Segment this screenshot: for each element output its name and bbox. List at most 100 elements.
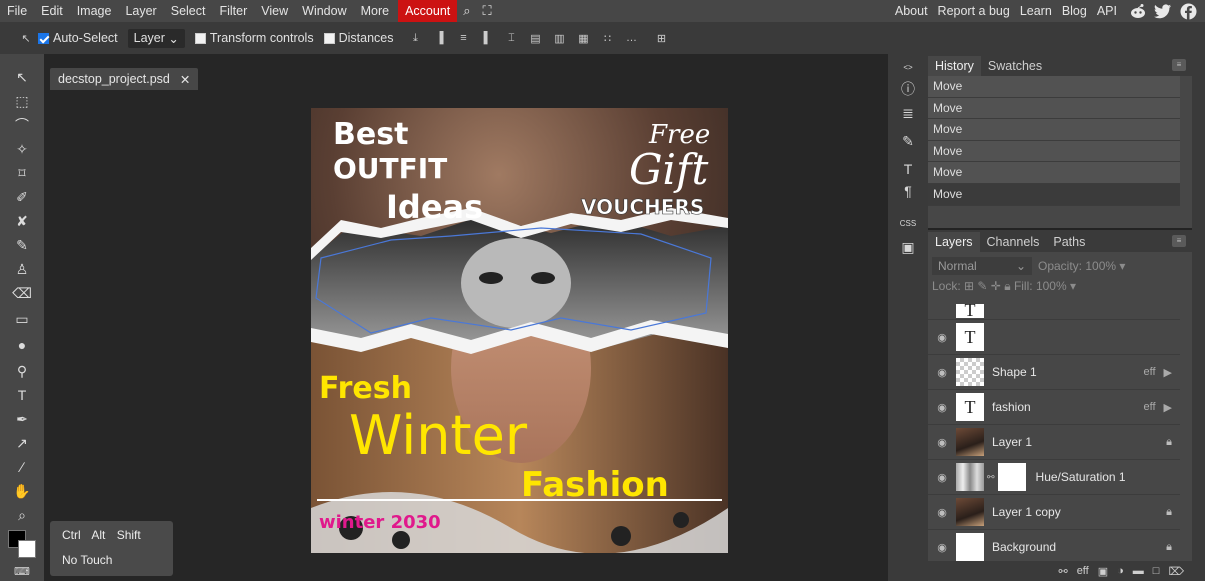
fill-value[interactable]: 100% (1036, 276, 1067, 296)
adjustment-layer-icon[interactable]: ◑ (1117, 565, 1124, 577)
lasso-tool-icon[interactable]: ⌒ (7, 114, 37, 136)
menu-filter[interactable]: Filter (212, 0, 254, 22)
panel-menu-icon[interactable]: ≡ (1172, 235, 1186, 247)
path-select-tool-icon[interactable]: ↗ (7, 432, 37, 454)
document-tab[interactable]: decstop_project.psd ✕ (50, 68, 199, 90)
tab-history[interactable]: History (928, 56, 981, 76)
lock-icons[interactable]: ⊞ ✎ ✛ 🔒︎ (964, 276, 1011, 296)
layer-row[interactable]: ◉ ⚯ Hue/Saturation 1 (928, 459, 1180, 494)
eyedropper-tool-icon[interactable]: ✐ (7, 186, 37, 208)
effects-icon[interactable]: eff (1077, 565, 1089, 577)
menu-more[interactable]: More (354, 0, 396, 22)
expand-arrow-icon[interactable]: ▶ (1164, 366, 1172, 379)
new-layer-icon[interactable]: □ (1153, 565, 1160, 577)
panel-scrollbar[interactable] (1192, 54, 1205, 581)
history-item[interactable]: Move (928, 97, 1180, 120)
stamp-tool-icon[interactable]: ♙ (7, 258, 37, 280)
collapse-icon[interactable]: <> (896, 56, 920, 78)
facebook-icon[interactable] (1179, 2, 1197, 20)
download-icon[interactable]: ⤓ (407, 31, 423, 45)
account-button[interactable]: Account (398, 0, 458, 22)
blur-tool-icon[interactable]: ● (7, 334, 37, 356)
brush-tool-icon[interactable]: ✎ (7, 234, 37, 256)
auto-select-checkbox[interactable]: Auto-Select (38, 31, 118, 45)
eraser-tool-icon[interactable]: ⌫ (7, 282, 37, 304)
paragraph-icon[interactable]: ¶ (896, 180, 920, 202)
layer-row[interactable]: ◉ Layer 1 copy 🔒︎ (928, 494, 1180, 529)
eye-icon[interactable]: ◉ (928, 436, 956, 449)
effects-badge[interactable]: eff (1144, 366, 1156, 378)
layer-row[interactable]: ◉ T (928, 319, 1180, 354)
twitter-icon[interactable] (1154, 2, 1172, 20)
menu-layer[interactable]: Layer (118, 0, 163, 22)
menu-edit[interactable]: Edit (34, 0, 70, 22)
menu-report-bug[interactable]: Report a bug (933, 0, 1015, 22)
tab-channels[interactable]: Channels (980, 232, 1047, 252)
history-item[interactable]: Move (928, 140, 1180, 163)
menu-image[interactable]: Image (70, 0, 119, 22)
menu-api[interactable]: API (1092, 0, 1122, 22)
grid-icon[interactable]: ⊞ (653, 31, 669, 45)
effects-badge[interactable]: eff (1144, 401, 1156, 413)
distribute-4-icon[interactable]: ∷ (599, 31, 615, 45)
info-icon[interactable]: ⓘ (896, 78, 920, 100)
search-icon[interactable]: ⌕ (457, 3, 476, 19)
tab-layers[interactable]: Layers (928, 232, 980, 252)
text-tool-icon[interactable]: T (7, 384, 37, 406)
move-tool-icon[interactable]: ↖ (7, 66, 37, 88)
layer-row[interactable]: ◉ Background 🔒︎ (928, 529, 1180, 561)
menu-about[interactable]: About (890, 0, 933, 22)
eye-icon[interactable]: ◉ (928, 401, 956, 414)
menu-view[interactable]: View (254, 0, 295, 22)
align-top-icon[interactable]: ⌶ (503, 31, 519, 45)
distribute-2-icon[interactable]: ▥ (551, 31, 567, 45)
distribute-1-icon[interactable]: ▤ (527, 31, 543, 45)
touch-mode[interactable]: No Touch (62, 553, 161, 567)
alt-key[interactable]: Alt (91, 528, 105, 542)
hand-tool-icon[interactable]: ✋ (7, 480, 37, 502)
tab-swatches[interactable]: Swatches (981, 56, 1049, 76)
align-right-icon[interactable]: ▌ (479, 31, 495, 45)
transform-controls-checkbox[interactable]: Transform controls (194, 31, 314, 45)
poster-canvas[interactable]: Best OUTFIT Ideas Free Gift VOUCHERS Fre… (311, 108, 728, 553)
expand-arrow-icon[interactable]: ▶ (1164, 401, 1172, 414)
eye-icon[interactable]: ◉ (928, 471, 956, 484)
zoom-tool-icon[interactable]: ⌕ (7, 504, 37, 526)
magic-wand-tool-icon[interactable]: ✧ (7, 138, 37, 160)
layer-row[interactable]: ◉ Shape 1 eff ▶ (928, 354, 1180, 389)
mask-icon[interactable]: ▣ (1098, 565, 1108, 578)
layer-select-dropdown[interactable]: Layer ⌄ (127, 28, 185, 48)
reddit-icon[interactable] (1129, 2, 1147, 20)
panel-menu-icon[interactable]: ≡ (1172, 59, 1186, 71)
align-center-icon[interactable]: ≡ (455, 31, 471, 45)
menu-window[interactable]: Window (295, 0, 353, 22)
tab-paths[interactable]: Paths (1046, 232, 1092, 252)
eye-icon[interactable]: ◉ (928, 541, 956, 554)
menu-select[interactable]: Select (164, 0, 213, 22)
layer-row[interactable]: ◉ T fashion eff ▶ (928, 389, 1180, 424)
history-item[interactable]: Move (928, 76, 1180, 98)
trash-icon[interactable]: ⌦ (1168, 565, 1184, 578)
image-icon[interactable]: ▣ (896, 236, 920, 258)
crop-tool-icon[interactable]: ⌑ (7, 162, 37, 184)
layer-row[interactable]: ◉ Layer 1 🔒︎ (928, 424, 1180, 459)
adjustments-icon[interactable]: ≣ (896, 102, 920, 124)
menu-learn[interactable]: Learn (1015, 0, 1057, 22)
distances-checkbox[interactable]: Distances (323, 31, 393, 45)
blend-mode-dropdown[interactable]: Normal ⌄ (932, 257, 1032, 275)
keyboard-icon[interactable]: ⌨ (7, 560, 37, 581)
distribute-3-icon[interactable]: ▦ (575, 31, 591, 45)
close-icon[interactable]: ✕ (180, 72, 190, 87)
marquee-tool-icon[interactable]: ⬚ (7, 90, 37, 112)
healing-tool-icon[interactable]: ✘ (7, 210, 37, 232)
brush-settings-icon[interactable]: ✎ (896, 130, 920, 152)
align-left-icon[interactable]: ▐ (431, 31, 447, 45)
folder-icon[interactable]: ▬ (1133, 565, 1144, 577)
line-tool-icon[interactable]: ∕ (7, 456, 37, 478)
shift-key[interactable]: Shift (117, 528, 141, 542)
menu-file[interactable]: File (0, 0, 34, 22)
layer-row-partial[interactable]: T (928, 304, 1180, 320)
pen-tool-icon[interactable]: ✒ (7, 408, 37, 430)
link-layers-icon[interactable]: ⚯ (1058, 565, 1067, 578)
opacity-value[interactable]: 100% (1085, 259, 1116, 273)
